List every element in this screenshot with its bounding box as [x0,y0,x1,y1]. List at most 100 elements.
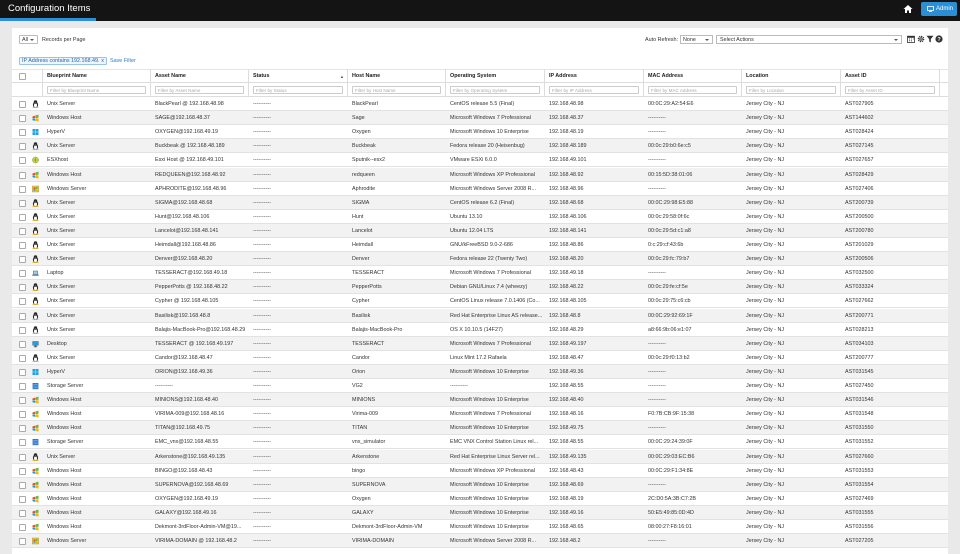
row-checkbox[interactable] [19,509,26,517]
save-filter-link[interactable]: Save Filter [110,58,136,64]
row-checkbox[interactable] [19,298,26,306]
column-divider[interactable] [150,69,151,97]
table-row[interactable]: Storage Server EMC_vnx@192.168.48.55 -----… [12,435,948,450]
cell-asset-name[interactable]: VIRIMA-DOMAIN @ 192.168.48.2 [151,534,249,548]
column-divider[interactable] [840,69,841,97]
row-checkbox[interactable] [19,453,26,461]
table-row[interactable]: Unix Server Hunt@192.168.48.106 ----------… [12,210,948,224]
table-row[interactable]: Unix Server Arkenstone@192.168.49.135 ----… [12,449,948,464]
table-row[interactable]: Windows Host SUPERNOVA@192.168.48.69 -----… [12,477,948,492]
row-checkbox[interactable] [19,524,26,531]
column-divider[interactable] [445,69,446,97]
table-row[interactable]: Windows Server VIRIMA-DOMAIN @ 192.168.48… [12,534,948,549]
cell-asset-name[interactable]: Hunt@192.168.48.106 [151,210,249,224]
column-divider[interactable] [347,69,348,97]
help-icon[interactable]: ? [935,35,943,43]
cell-asset-name[interactable]: REDQUEEN@192.168.48.92 [151,168,249,182]
gear-icon[interactable] [917,35,925,43]
cell-asset-name[interactable]: EMC_vnx@192.168.48.55 [151,435,249,449]
cell-asset-name[interactable]: Balajis-MacBook-Pro@192.168.48.29 [151,323,249,337]
row-checkbox[interactable] [19,157,26,165]
table-row[interactable]: Unix Server Balajis-MacBook-Pro@192.168.4… [12,323,948,337]
table-row[interactable]: Unix Server BlackPearl @ 192.168.48.98 ---… [12,97,948,112]
row-checkbox[interactable] [19,199,26,207]
row-checkbox[interactable] [19,213,26,221]
admin-button[interactable]: Admin [921,2,957,16]
cell-asset-name[interactable]: SIGMA@192.168.48.68 [151,196,249,210]
cell-asset-name[interactable]: BINGO@192.168.48.43 [151,464,249,478]
row-checkbox[interactable] [19,185,26,193]
column-header-ip-address[interactable]: IP Address [545,70,644,84]
cell-asset-name[interactable]: ---------- [151,379,249,393]
table-row[interactable]: Laptop TESSERACT@192.168.49.18 ---------- T… [12,266,948,281]
column-header-mac-address[interactable]: MAC Address [644,70,742,84]
column-header-operating-system[interactable]: Operating System [446,70,545,84]
table-row[interactable]: Unix Server Candor@192.168.48.47 ---------… [12,351,948,365]
table-row[interactable]: HyperV ORION@192.168.49.36 ---------- Orion… [12,364,948,379]
column-divider[interactable] [248,69,249,97]
filter-input-host-name[interactable]: Filter by Host Name [352,86,441,94]
filter-input-asset-id[interactable]: Filter by Asset ID [845,86,935,94]
row-checkbox[interactable] [19,495,26,503]
close-icon[interactable]: x [101,58,104,64]
table-row[interactable]: Storage Server ---------- ---------- VG2 ---… [12,379,948,394]
row-checkbox[interactable] [19,354,26,362]
row-checkbox[interactable] [19,538,26,546]
cell-asset-name[interactable]: GALAXY@192.168.49.16 [151,506,249,520]
row-checkbox[interactable] [19,467,26,475]
row-checkbox[interactable] [19,397,26,405]
row-checkbox[interactable] [19,340,26,348]
filter-input-location[interactable]: Filter by Location [746,86,836,94]
cell-asset-name[interactable]: MINIONS@192.168.48.40 [151,393,249,407]
table-row[interactable]: Unix Server Denver@192.168.48.20 ---------… [12,252,948,267]
cell-asset-name[interactable]: Lancelot@192.168.48.141 [151,224,249,238]
table-row[interactable]: Windows Server APHRODITE@192.168.48.96 ---… [12,182,948,196]
cell-asset-name[interactable]: Candor@192.168.48.47 [151,351,249,365]
column-divider[interactable] [544,69,545,97]
table-row[interactable]: Windows Host GALAXY@192.168.49.16 --------… [12,505,948,520]
row-checkbox[interactable] [19,143,26,151]
table-row[interactable]: Windows Host MINIONS@192.168.48.40 -------… [12,393,948,408]
table-row[interactable]: Windows Host VIRIMA-009@192.168.48.16 ----… [12,407,948,422]
row-checkbox[interactable] [19,383,26,390]
row-checkbox[interactable] [19,171,26,179]
table-row[interactable]: Windows Host TITAN@192.168.49.75 ---------… [12,421,948,436]
column-header-status[interactable]: Status [249,70,348,84]
row-checkbox[interactable] [19,481,26,489]
row-checkbox[interactable] [19,101,26,108]
cell-asset-name[interactable]: Arkenstone@192.168.49.135 [151,450,249,464]
records-per-page-select[interactable]: All [19,35,38,44]
cell-asset-name[interactable]: PepperPotts @ 192.168.48.22 [151,280,249,294]
filter-input-ip-address[interactable]: Filter by IP Address [549,86,639,94]
table-row[interactable]: Desktop TESSERACT @ 192.168.49.197 -------… [12,336,948,351]
table-row[interactable]: Windows Host REDQUEEN@192.168.48.92 ------… [12,167,948,182]
calendar-icon[interactable] [907,35,915,43]
filter-input-asset-name[interactable]: Filter by Asset Name [155,86,244,94]
cell-asset-name[interactable]: Denver@192.168.48.20 [151,252,249,266]
column-header-host-name[interactable]: Host Name [348,70,446,84]
column-header-blueprint[interactable]: Blueprint Name [43,70,151,84]
row-checkbox[interactable] [19,256,26,264]
column-divider[interactable] [643,69,644,97]
row-checkbox[interactable] [19,326,26,334]
table-row[interactable]: Unix Server Basilisk@192.168.48.8 --------… [12,308,948,323]
row-checkbox[interactable] [19,284,26,292]
row-checkbox[interactable] [19,129,26,137]
sort-asc-icon[interactable]: ▲ [340,74,344,79]
table-row[interactable]: Unix Server PepperPotts @ 192.168.48.22 --… [12,280,948,295]
column-divider[interactable] [939,69,940,97]
row-checkbox[interactable] [19,312,26,320]
row-checkbox[interactable] [19,227,26,235]
row-checkbox[interactable] [19,242,26,249]
filter-input-status[interactable]: Filter by Status [253,86,343,94]
column-header-location[interactable]: Location [742,70,841,84]
row-checkbox[interactable] [19,411,26,419]
select-actions-dropdown[interactable]: Select Actions [716,35,902,44]
cell-asset-name[interactable]: SAGE@192.168.48.37 [151,111,249,125]
column-divider[interactable] [741,69,742,97]
cell-asset-name[interactable]: BlackPearl @ 192.168.48.98 [151,97,249,111]
cell-asset-name[interactable]: ORION@192.168.49.36 [151,365,249,379]
auto-refresh-select[interactable]: None [680,35,713,44]
cell-asset-name[interactable]: Cypher @ 192.168.48.105 [151,294,249,308]
cell-asset-name[interactable]: Buckbeak @ 192.168.48.189 [151,139,249,153]
